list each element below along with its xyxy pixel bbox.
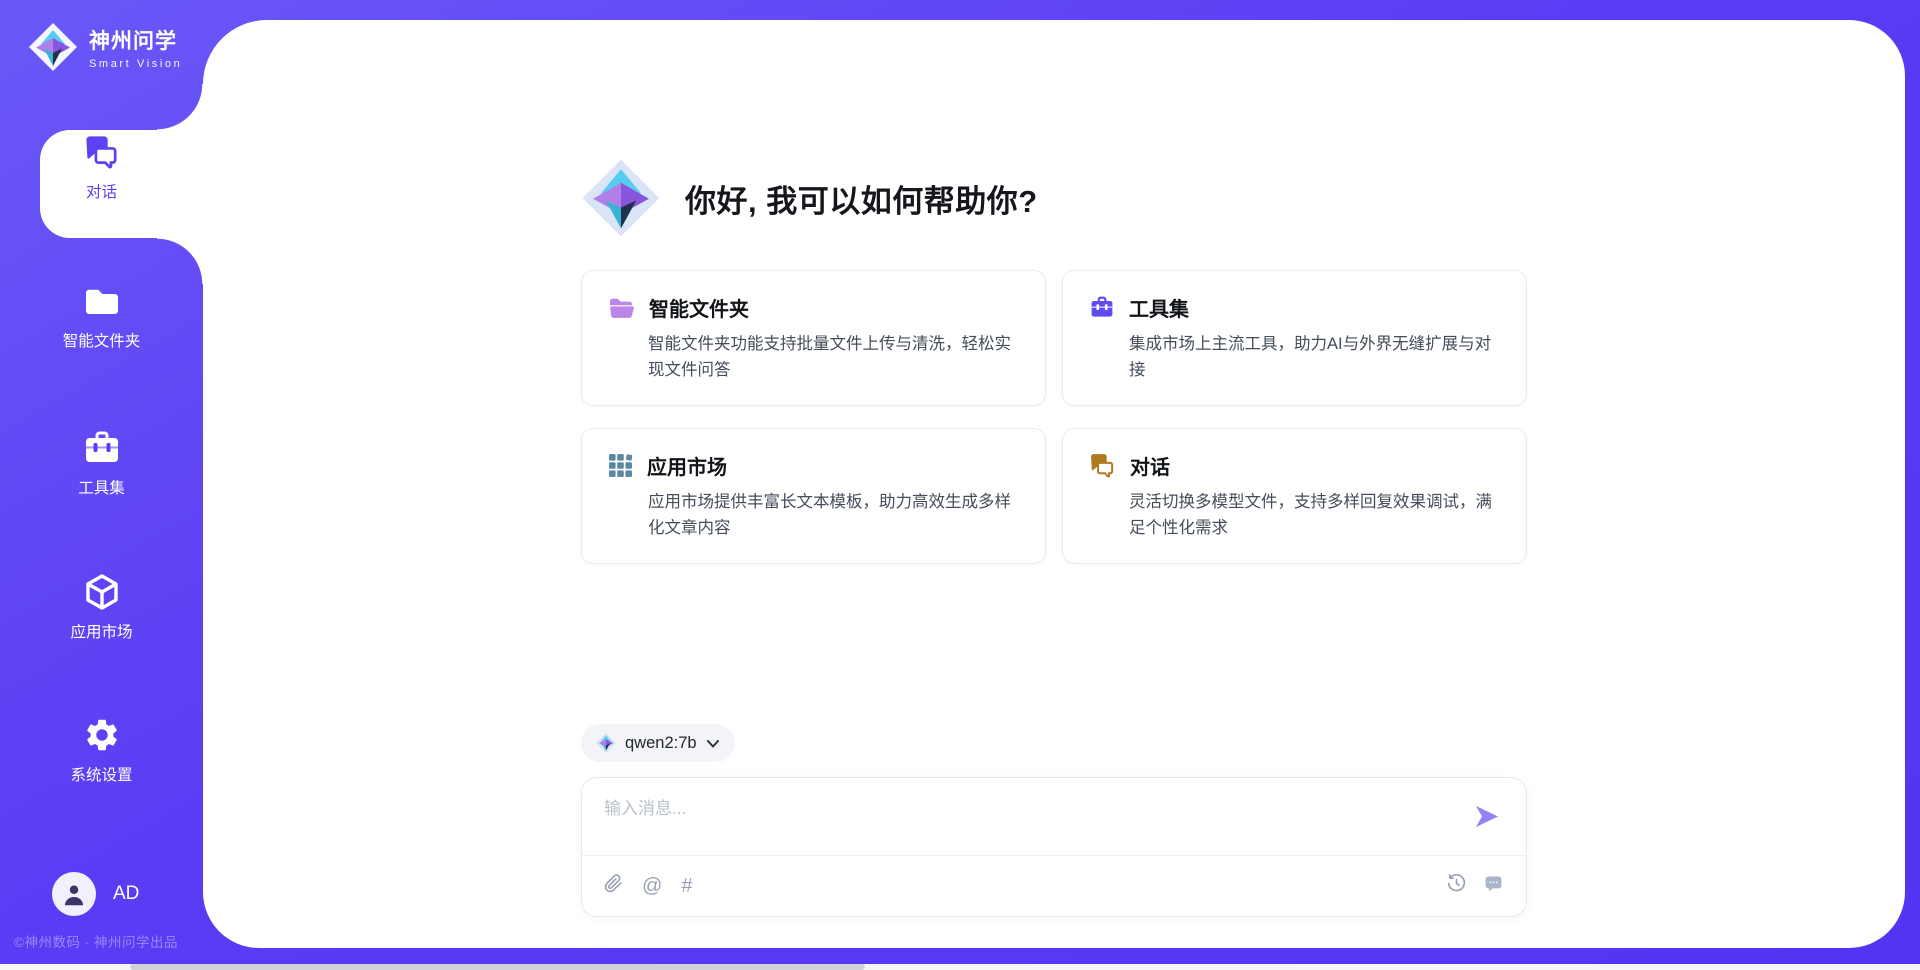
main-panel: 你好, 我可以如何帮助你? 智能文件夹 智能文件夹功能支持批量文件上传与清洗，轻… [203, 20, 1905, 948]
sidebar-item-smart-folder-label: 智能文件夹 [0, 329, 203, 351]
model-name: qwen2:7b [625, 734, 697, 753]
card-description: 应用市场提供丰富长文本模板，助力高效生成多样化文章内容 [648, 490, 1019, 541]
chat-bubble-button[interactable] [1483, 873, 1504, 899]
horizontal-scrollbar[interactable] [0, 964, 1920, 970]
history-icon [1446, 873, 1467, 894]
scrollbar-thumb[interactable] [130, 964, 865, 970]
person-icon [59, 879, 89, 909]
sidebar-item-toolset[interactable]: 工具集 [0, 428, 203, 498]
greeting-title: 你好, 我可以如何帮助你? [685, 176, 1038, 221]
sidebar-item-chat[interactable]: 对话 [0, 132, 203, 202]
chat-icon [1089, 453, 1116, 478]
card-description: 集成市场上主流工具，助力AI与外界无缝扩展与对接 [1129, 332, 1500, 383]
sidebar-item-toolset-label: 工具集 [0, 476, 203, 498]
model-selector[interactable]: qwen2:7b [581, 724, 735, 762]
active-tab-curve-bottom [157, 238, 203, 284]
history-button[interactable] [1446, 873, 1467, 899]
user-profile[interactable]: AD [52, 872, 139, 916]
active-tab-curve-top [157, 84, 203, 130]
folder-icon [0, 281, 203, 321]
card-description: 智能文件夹功能支持批量文件上传与清洗，轻松实现文件问答 [648, 332, 1019, 383]
card-smart-folder[interactable]: 智能文件夹 智能文件夹功能支持批量文件上传与清洗，轻松实现文件问答 [581, 270, 1046, 406]
mention-button[interactable]: @ [642, 876, 662, 896]
folder-open-icon [608, 296, 635, 320]
card-app-market[interactable]: 应用市场 应用市场提供丰富长文本模板，助力高效生成多样化文章内容 [581, 428, 1046, 564]
avatar [52, 872, 96, 916]
assistant-diamond-icon [581, 158, 661, 238]
sidebar: 神州问学 Smart Vision 对话 智能文件夹 [0, 0, 203, 970]
message-input[interactable] [604, 794, 1434, 850]
sidebar-item-settings-label: 系统设置 [0, 763, 203, 785]
feature-cards: 智能文件夹 智能文件夹功能支持批量文件上传与清洗，轻松实现文件问答 工具集 集成… [581, 270, 1527, 564]
card-title: 应用市场 [647, 451, 727, 480]
send-button[interactable] [1473, 804, 1500, 834]
paperclip-icon [604, 873, 623, 894]
composer-toolbar: @ # [604, 856, 1504, 916]
sidebar-item-settings[interactable]: 系统设置 [0, 715, 203, 785]
hashtag-button[interactable]: # [681, 876, 692, 896]
gear-icon [0, 715, 203, 755]
chat-icon [0, 132, 203, 172]
user-initials: AD [113, 883, 139, 905]
chevron-down-icon [706, 737, 720, 750]
greeting: 你好, 我可以如何帮助你? [581, 158, 1527, 238]
toolbox-icon [1089, 295, 1115, 320]
brand-logo: 神州问学 Smart Vision [28, 22, 182, 72]
card-chat[interactable]: 对话 灵活切换多模型文件，支持多样回复效果调试，满足个性化需求 [1062, 428, 1527, 564]
sidebar-item-chat-label: 对话 [0, 180, 203, 202]
sidebar-item-app-market[interactable]: 应用市场 [0, 572, 203, 642]
message-composer: @ # [581, 777, 1527, 917]
chat-bubble-icon [1483, 873, 1504, 894]
sidebar-item-app-market-label: 应用市场 [0, 620, 203, 642]
brand-title: 神州问学 [89, 25, 182, 55]
brand-diamond-icon [28, 22, 78, 72]
model-diamond-icon [596, 733, 616, 753]
brand-subtitle: Smart Vision [89, 58, 182, 70]
attach-file-button[interactable] [604, 873, 623, 899]
card-title: 工具集 [1129, 293, 1189, 322]
send-icon [1473, 804, 1500, 829]
card-title: 智能文件夹 [649, 293, 749, 322]
sidebar-item-smart-folder[interactable]: 智能文件夹 [0, 281, 203, 351]
cube-icon [0, 572, 203, 612]
card-toolset[interactable]: 工具集 集成市场上主流工具，助力AI与外界无缝扩展与对接 [1062, 270, 1527, 406]
grid-icon [608, 453, 633, 478]
card-description: 灵活切换多模型文件，支持多样回复效果调试，满足个性化需求 [1129, 490, 1500, 541]
card-title: 对话 [1130, 451, 1170, 480]
toolbox-icon [0, 428, 203, 468]
copyright-text: ©神州数码 · 神州问学出品 [14, 931, 178, 951]
